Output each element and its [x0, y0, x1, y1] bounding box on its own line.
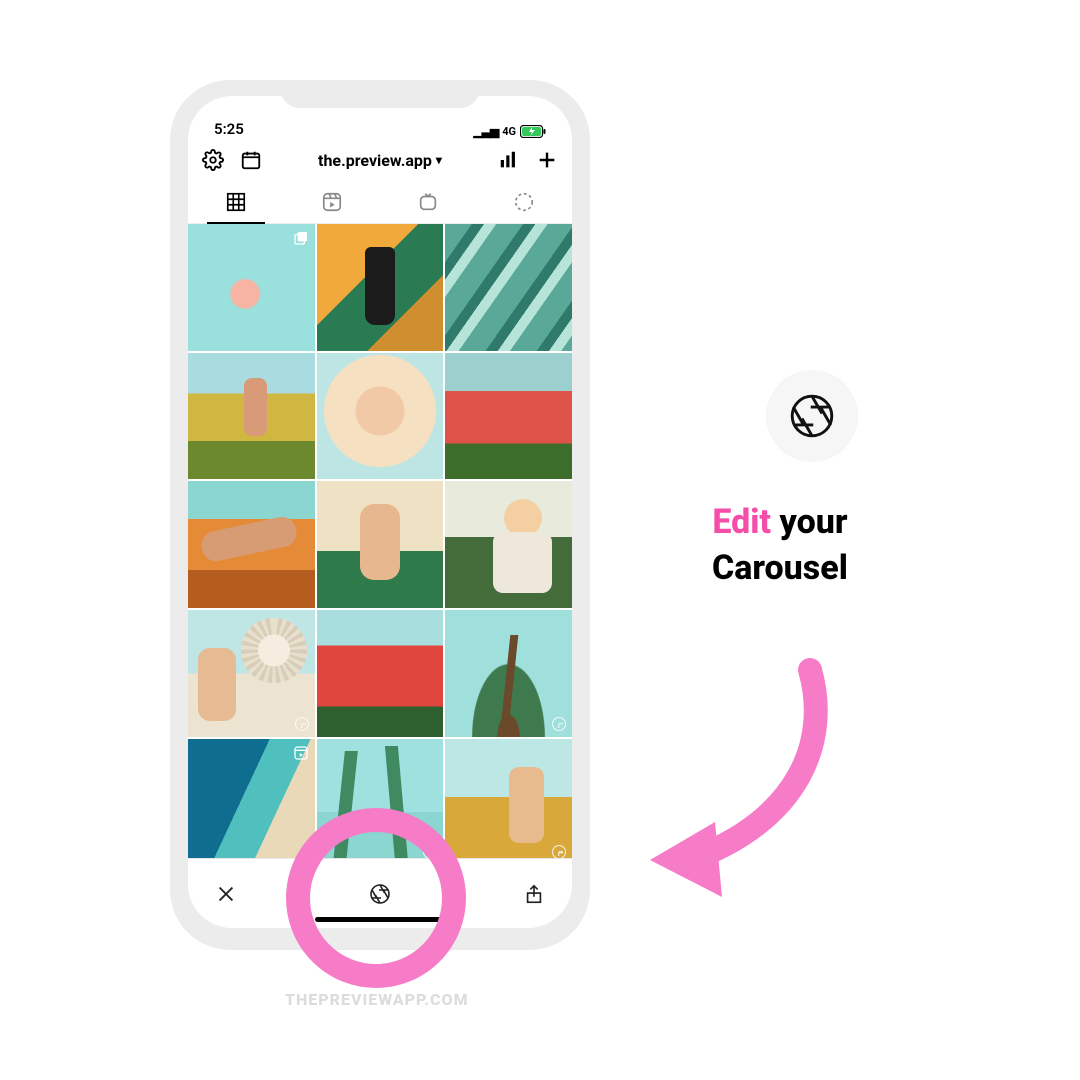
grid-cell[interactable] [445, 739, 572, 866]
calendar-icon[interactable] [240, 149, 262, 171]
aperture-icon-large [766, 370, 858, 462]
grid-cell[interactable] [317, 224, 444, 351]
signal-icon: ▁▃▅ [474, 124, 499, 138]
aperture-edit-button[interactable] [368, 882, 392, 906]
grid-cell[interactable] [317, 481, 444, 608]
callout-line2: Carousel [712, 546, 848, 592]
feed-grid [188, 224, 572, 865]
trash-button[interactable] [292, 883, 314, 905]
grid-cell[interactable] [188, 610, 315, 737]
grid-cell[interactable] [317, 353, 444, 480]
tab-stories[interactable] [476, 180, 572, 223]
scheduled-badge-icon [552, 717, 566, 731]
grid-cell[interactable] [188, 481, 315, 608]
gear-icon[interactable] [202, 149, 224, 171]
grid-cell[interactable] [445, 481, 572, 608]
share-button[interactable] [523, 883, 545, 905]
status-time: 5:25 [214, 120, 244, 138]
network-label: 4G [502, 125, 516, 138]
phone-screen: 5:25 ▁▃▅ 4G [188, 96, 572, 928]
grid-cell[interactable] [188, 353, 315, 480]
reel-badge-icon [293, 745, 309, 761]
watermark: THEPREVIEWAPP.COM [285, 990, 469, 1009]
callout-accent: Edit [712, 502, 771, 542]
analytics-icon[interactable] [498, 149, 520, 171]
tab-grid[interactable] [188, 180, 284, 223]
note-button[interactable] [446, 883, 468, 905]
phone-notch [280, 80, 480, 108]
grid-cell[interactable] [317, 739, 444, 866]
grid-cell[interactable] [188, 739, 315, 866]
phone-frame: 5:25 ▁▃▅ 4G [170, 80, 590, 950]
status-right: ▁▃▅ 4G [474, 124, 547, 138]
view-tabs [188, 180, 572, 224]
tab-reels[interactable] [284, 180, 380, 223]
grid-cell[interactable] [445, 353, 572, 480]
callout-text: Edit your Carousel [712, 500, 848, 592]
scheduled-badge-icon [295, 717, 309, 731]
grid-cell[interactable] [445, 224, 572, 351]
chevron-down-icon: ▾ [436, 153, 442, 167]
plus-icon[interactable] [536, 149, 558, 171]
grid-cell[interactable] [445, 610, 572, 737]
pointer-arrow-icon [620, 650, 860, 910]
carousel-badge-icon [293, 230, 309, 246]
battery-charging-icon [520, 125, 546, 138]
close-button[interactable] [215, 883, 237, 905]
account-title: the.preview.app [318, 151, 432, 170]
account-title-button[interactable]: the.preview.app ▾ [318, 151, 442, 170]
callout-line1-rest: your [771, 502, 848, 542]
home-indicator [315, 917, 445, 922]
app-header: the.preview.app ▾ [188, 140, 572, 180]
bottom-toolbar [188, 858, 572, 928]
tab-igtv[interactable] [380, 180, 476, 223]
grid-cell[interactable] [188, 224, 315, 351]
grid-cell[interactable] [317, 610, 444, 737]
